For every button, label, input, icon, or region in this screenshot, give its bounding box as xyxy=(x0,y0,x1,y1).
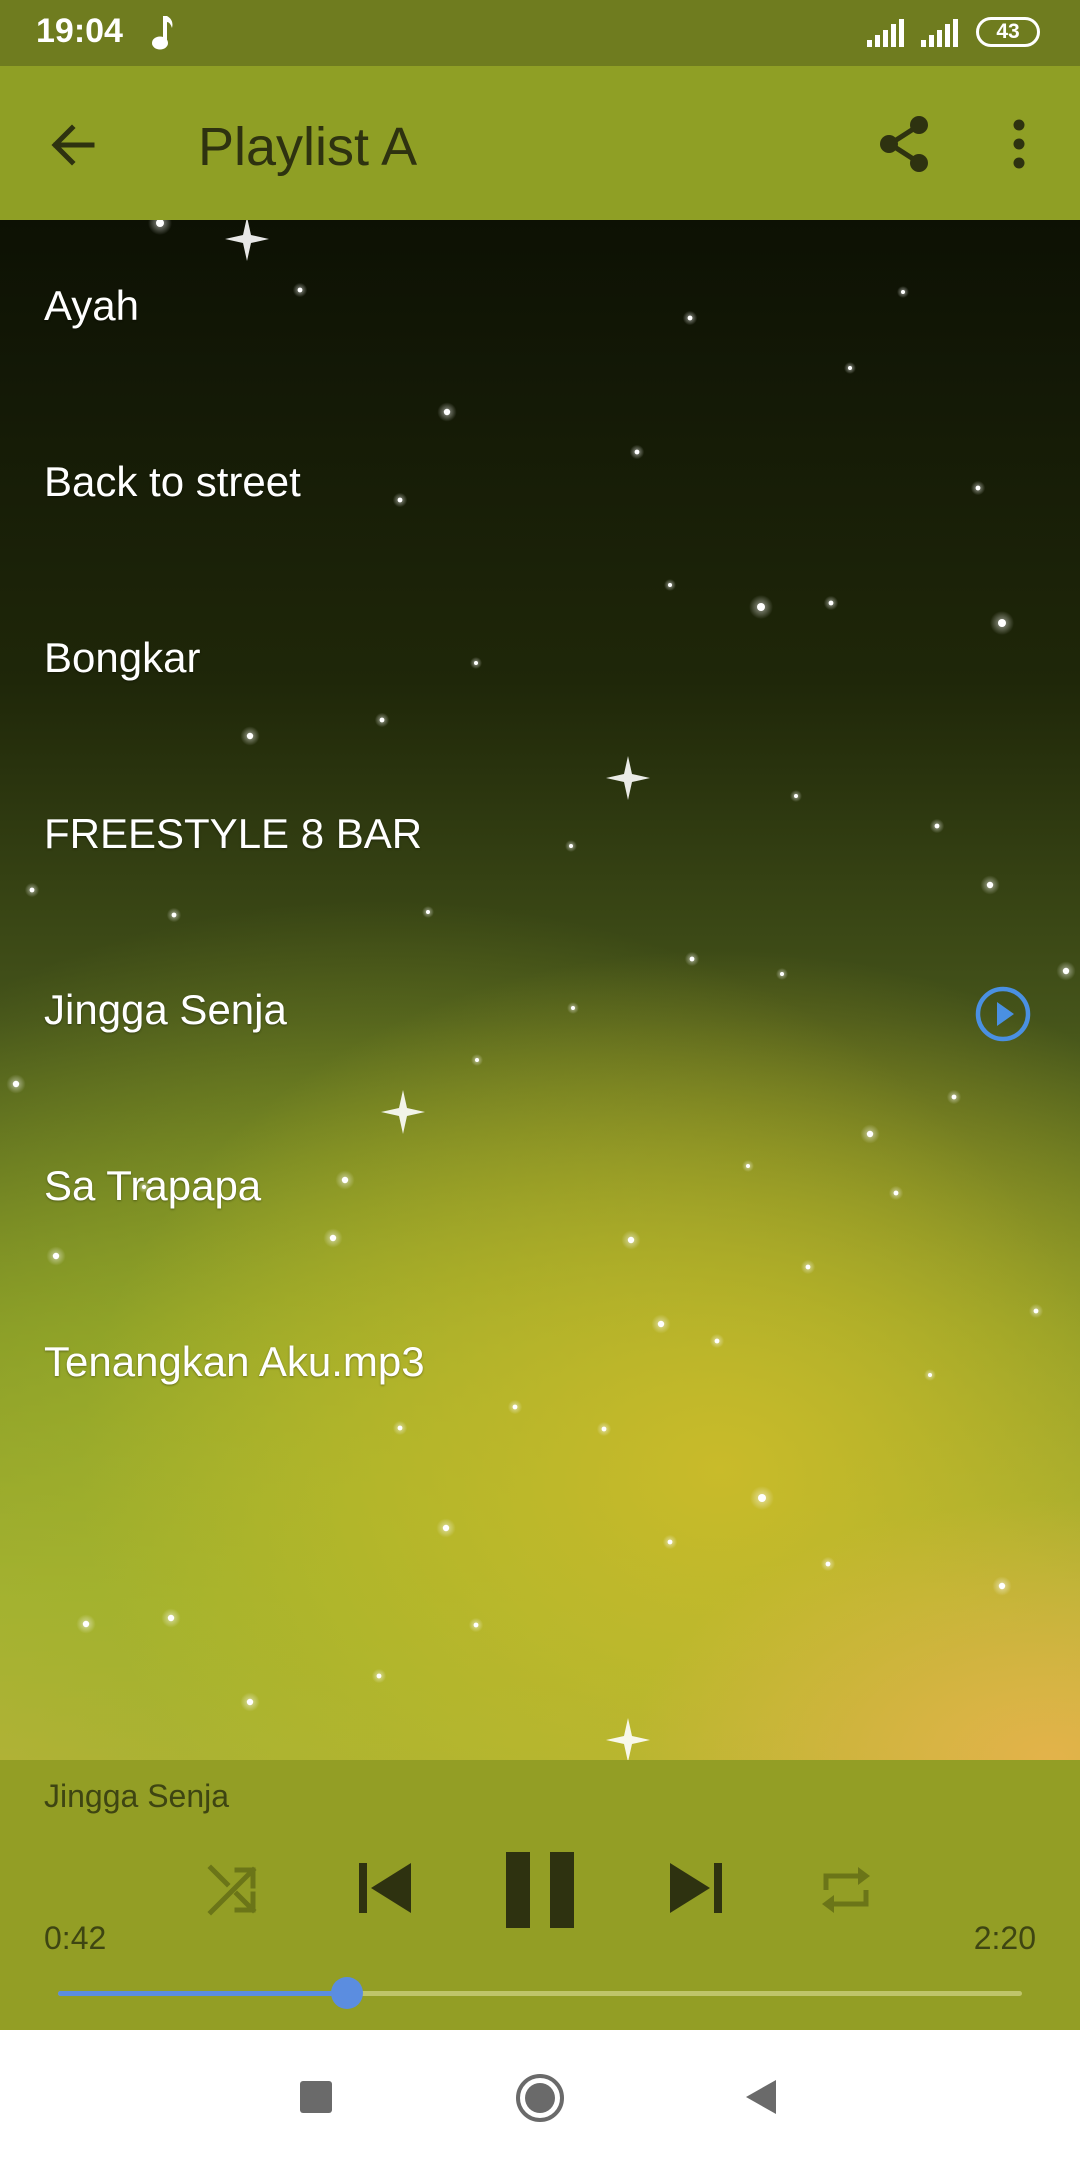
status-bar: 19:04 43 xyxy=(0,0,1080,66)
page-title: Playlist A xyxy=(198,117,418,177)
star-core xyxy=(825,1561,831,1567)
back-arrow-icon[interactable] xyxy=(44,116,102,174)
seek-bar[interactable] xyxy=(58,1977,1022,2009)
signal-icon xyxy=(921,19,958,47)
song-row-ayah[interactable]: Ayah xyxy=(0,220,1080,396)
star-core xyxy=(998,1582,1006,1590)
star-core xyxy=(82,1620,90,1628)
song-label: FREESTYLE 8 BAR xyxy=(44,810,423,857)
shuffle-icon[interactable] xyxy=(205,1862,261,1918)
star-core xyxy=(758,1494,766,1502)
signal-icon xyxy=(867,19,904,47)
star-core xyxy=(246,1698,254,1706)
song-row-back-to-street[interactable]: Back to street xyxy=(0,396,1080,572)
song-label: Jingga Senja xyxy=(44,986,287,1033)
song-label: Bongkar xyxy=(44,634,201,681)
song-row-tenangkan-aku[interactable]: Tenangkan Aku.mp3 xyxy=(0,1276,1080,1452)
back-triangle-icon[interactable] xyxy=(744,2078,778,2116)
song-label: Tenangkan Aku.mp3 xyxy=(44,1338,425,1385)
status-time: 19:04 xyxy=(36,12,123,50)
star-core xyxy=(376,1673,382,1679)
app-bar: Playlist A xyxy=(0,66,1080,220)
star-core xyxy=(473,1622,479,1628)
pause-icon[interactable] xyxy=(502,1850,578,1930)
sparkle xyxy=(606,1718,650,1760)
home-circle-icon[interactable] xyxy=(514,2072,566,2124)
battery-level: 43 xyxy=(996,20,1020,43)
music-note-icon xyxy=(152,16,173,50)
share-icon[interactable] xyxy=(874,114,934,174)
star-core xyxy=(167,1614,175,1622)
seek-thumb[interactable] xyxy=(331,1977,364,2009)
more-vert-icon[interactable] xyxy=(1002,114,1036,174)
song-list[interactable]: Ayah Back to street Bongkar FREESTYLE 8 … xyxy=(0,220,1080,1760)
recents-square-icon[interactable] xyxy=(300,2081,332,2113)
battery-icon: 43 xyxy=(976,17,1040,47)
skip-previous-icon[interactable] xyxy=(355,1857,417,1919)
repeat-icon[interactable] xyxy=(816,1862,876,1918)
song-row-sa-trapapa[interactable]: Sa Trapapa xyxy=(0,1100,1080,1276)
now-playing-title: Jingga Senja xyxy=(44,1778,230,1814)
system-nav-bar xyxy=(0,2030,1080,2160)
star-core xyxy=(442,1524,450,1532)
song-row-bongkar[interactable]: Bongkar xyxy=(0,572,1080,748)
seek-progress xyxy=(58,1991,348,1996)
song-row-jingga-senja[interactable]: Jingga Senja xyxy=(0,924,1080,1100)
total-duration: 2:20 xyxy=(973,1920,1036,1956)
star-core xyxy=(667,1539,673,1545)
skip-next-icon[interactable] xyxy=(664,1857,726,1919)
song-label: Back to street xyxy=(44,458,301,505)
now-playing-icon xyxy=(975,986,1031,1042)
elapsed-time: 0:42 xyxy=(44,1920,107,1956)
song-label: Ayah xyxy=(44,282,139,329)
song-label: Sa Trapapa xyxy=(44,1162,262,1209)
player-bar: Jingga Senja 0:42 2:20 xyxy=(0,1760,1080,2030)
song-row-freestyle-8-bar[interactable]: FREESTYLE 8 BAR xyxy=(0,748,1080,924)
